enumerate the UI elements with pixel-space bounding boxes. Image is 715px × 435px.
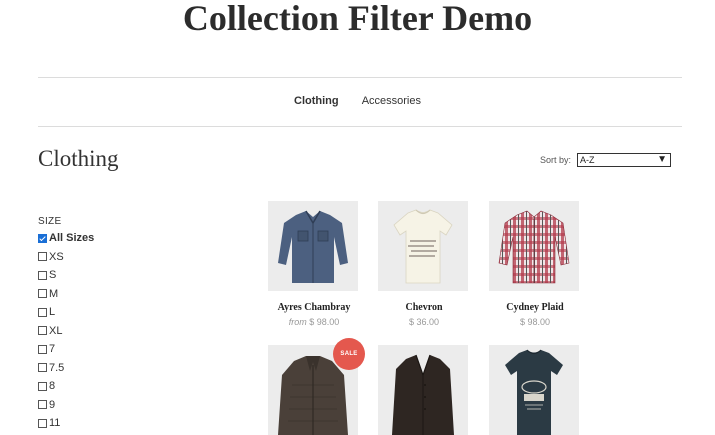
checkbox[interactable] [38,400,47,410]
product-name[interactable]: Chevron [378,302,470,313]
filter-option-label: S [49,269,57,282]
checkbox[interactable] [38,233,47,243]
chevron-down-icon: ▼ [657,154,667,165]
sale-badge: SALE [333,338,365,370]
filter-option-xl[interactable]: XL [38,322,94,341]
price-prefix: from [288,317,307,327]
nav-top-divider [38,77,682,78]
filter-option-label: XL [49,324,63,337]
product-card-5[interactable] [378,345,470,435]
checkbox[interactable] [38,307,47,317]
filter-option-7[interactable]: 7 [38,340,94,359]
filter-option-label: L [49,306,56,319]
checkbox[interactable] [38,289,47,299]
filter-option-label: All Sizes [49,232,95,245]
product-image[interactable] [378,345,468,435]
product-image[interactable] [489,345,579,435]
checkbox[interactable] [38,270,47,280]
product-image[interactable] [378,201,468,291]
checkbox[interactable] [38,363,47,373]
product-price: $ 36.00 [378,317,470,327]
filter-option-8[interactable]: 8 [38,377,94,396]
checkbox[interactable] [38,381,47,391]
filter-heading: SIZE [38,216,62,227]
sort-select[interactable]: A-Z ▼ [577,153,671,167]
sort-control: Sort by: A-Z ▼ [540,153,671,167]
sort-label: Sort by: [539,155,571,165]
filter-option-label: 7 [49,343,56,356]
product-price: $ 98.00 [489,317,581,327]
product-card-6[interactable] [489,345,581,435]
product-image[interactable] [268,201,358,291]
product-card-cydney-plaid[interactable]: Cydney Plaid $ 98.00 [489,201,581,327]
size-filter: SIZE All Sizes XS S M L XL 7 7.5 8 9 11 [38,216,94,433]
price-value: $ 36.00 [408,317,440,327]
nav-item-clothing[interactable]: Clothing [294,95,339,107]
filter-option-all-sizes[interactable]: All Sizes [38,229,94,248]
filter-option-label: M [49,287,59,300]
filter-option-s[interactable]: S [38,266,94,285]
checkbox[interactable] [38,344,47,354]
filter-option-label: XS [49,250,64,263]
checkbox[interactable] [38,418,47,428]
product-card-chevron[interactable]: Chevron $ 36.00 [378,201,470,327]
price-value: $ 98.00 [309,317,340,327]
filter-option-xs[interactable]: XS [38,248,94,267]
nav-item-accessories[interactable]: Accessories [362,95,421,107]
price-value: $ 98.00 [519,317,551,327]
product-name[interactable]: Ayres Chambray [268,302,360,313]
checkbox[interactable] [38,326,47,336]
nav-bottom-divider [38,126,682,127]
sort-selected-value: A-Z [580,155,595,165]
filter-option-9[interactable]: 9 [38,396,94,415]
product-price: from $ 98.00 [268,317,360,327]
filter-option-m[interactable]: M [38,285,94,304]
main-nav: Clothing Accessories [0,95,715,107]
filter-option-label: 7.5 [49,361,65,374]
product-name[interactable]: Cydney Plaid [489,302,581,313]
filter-option-l[interactable]: L [38,303,94,322]
site-title: Collection Filter Demo [182,0,533,38]
collection-title: Clothing [38,146,119,171]
product-card-ayres-chambray[interactable]: Ayres Chambray from $ 98.00 [268,201,360,327]
product-image[interactable] [489,201,579,291]
filter-option-7-5[interactable]: 7.5 [38,359,94,378]
filter-option-label: 8 [49,380,56,393]
filter-option-label: 9 [49,398,56,411]
filter-option-label: 11 [49,417,61,430]
checkbox[interactable] [38,252,47,262]
